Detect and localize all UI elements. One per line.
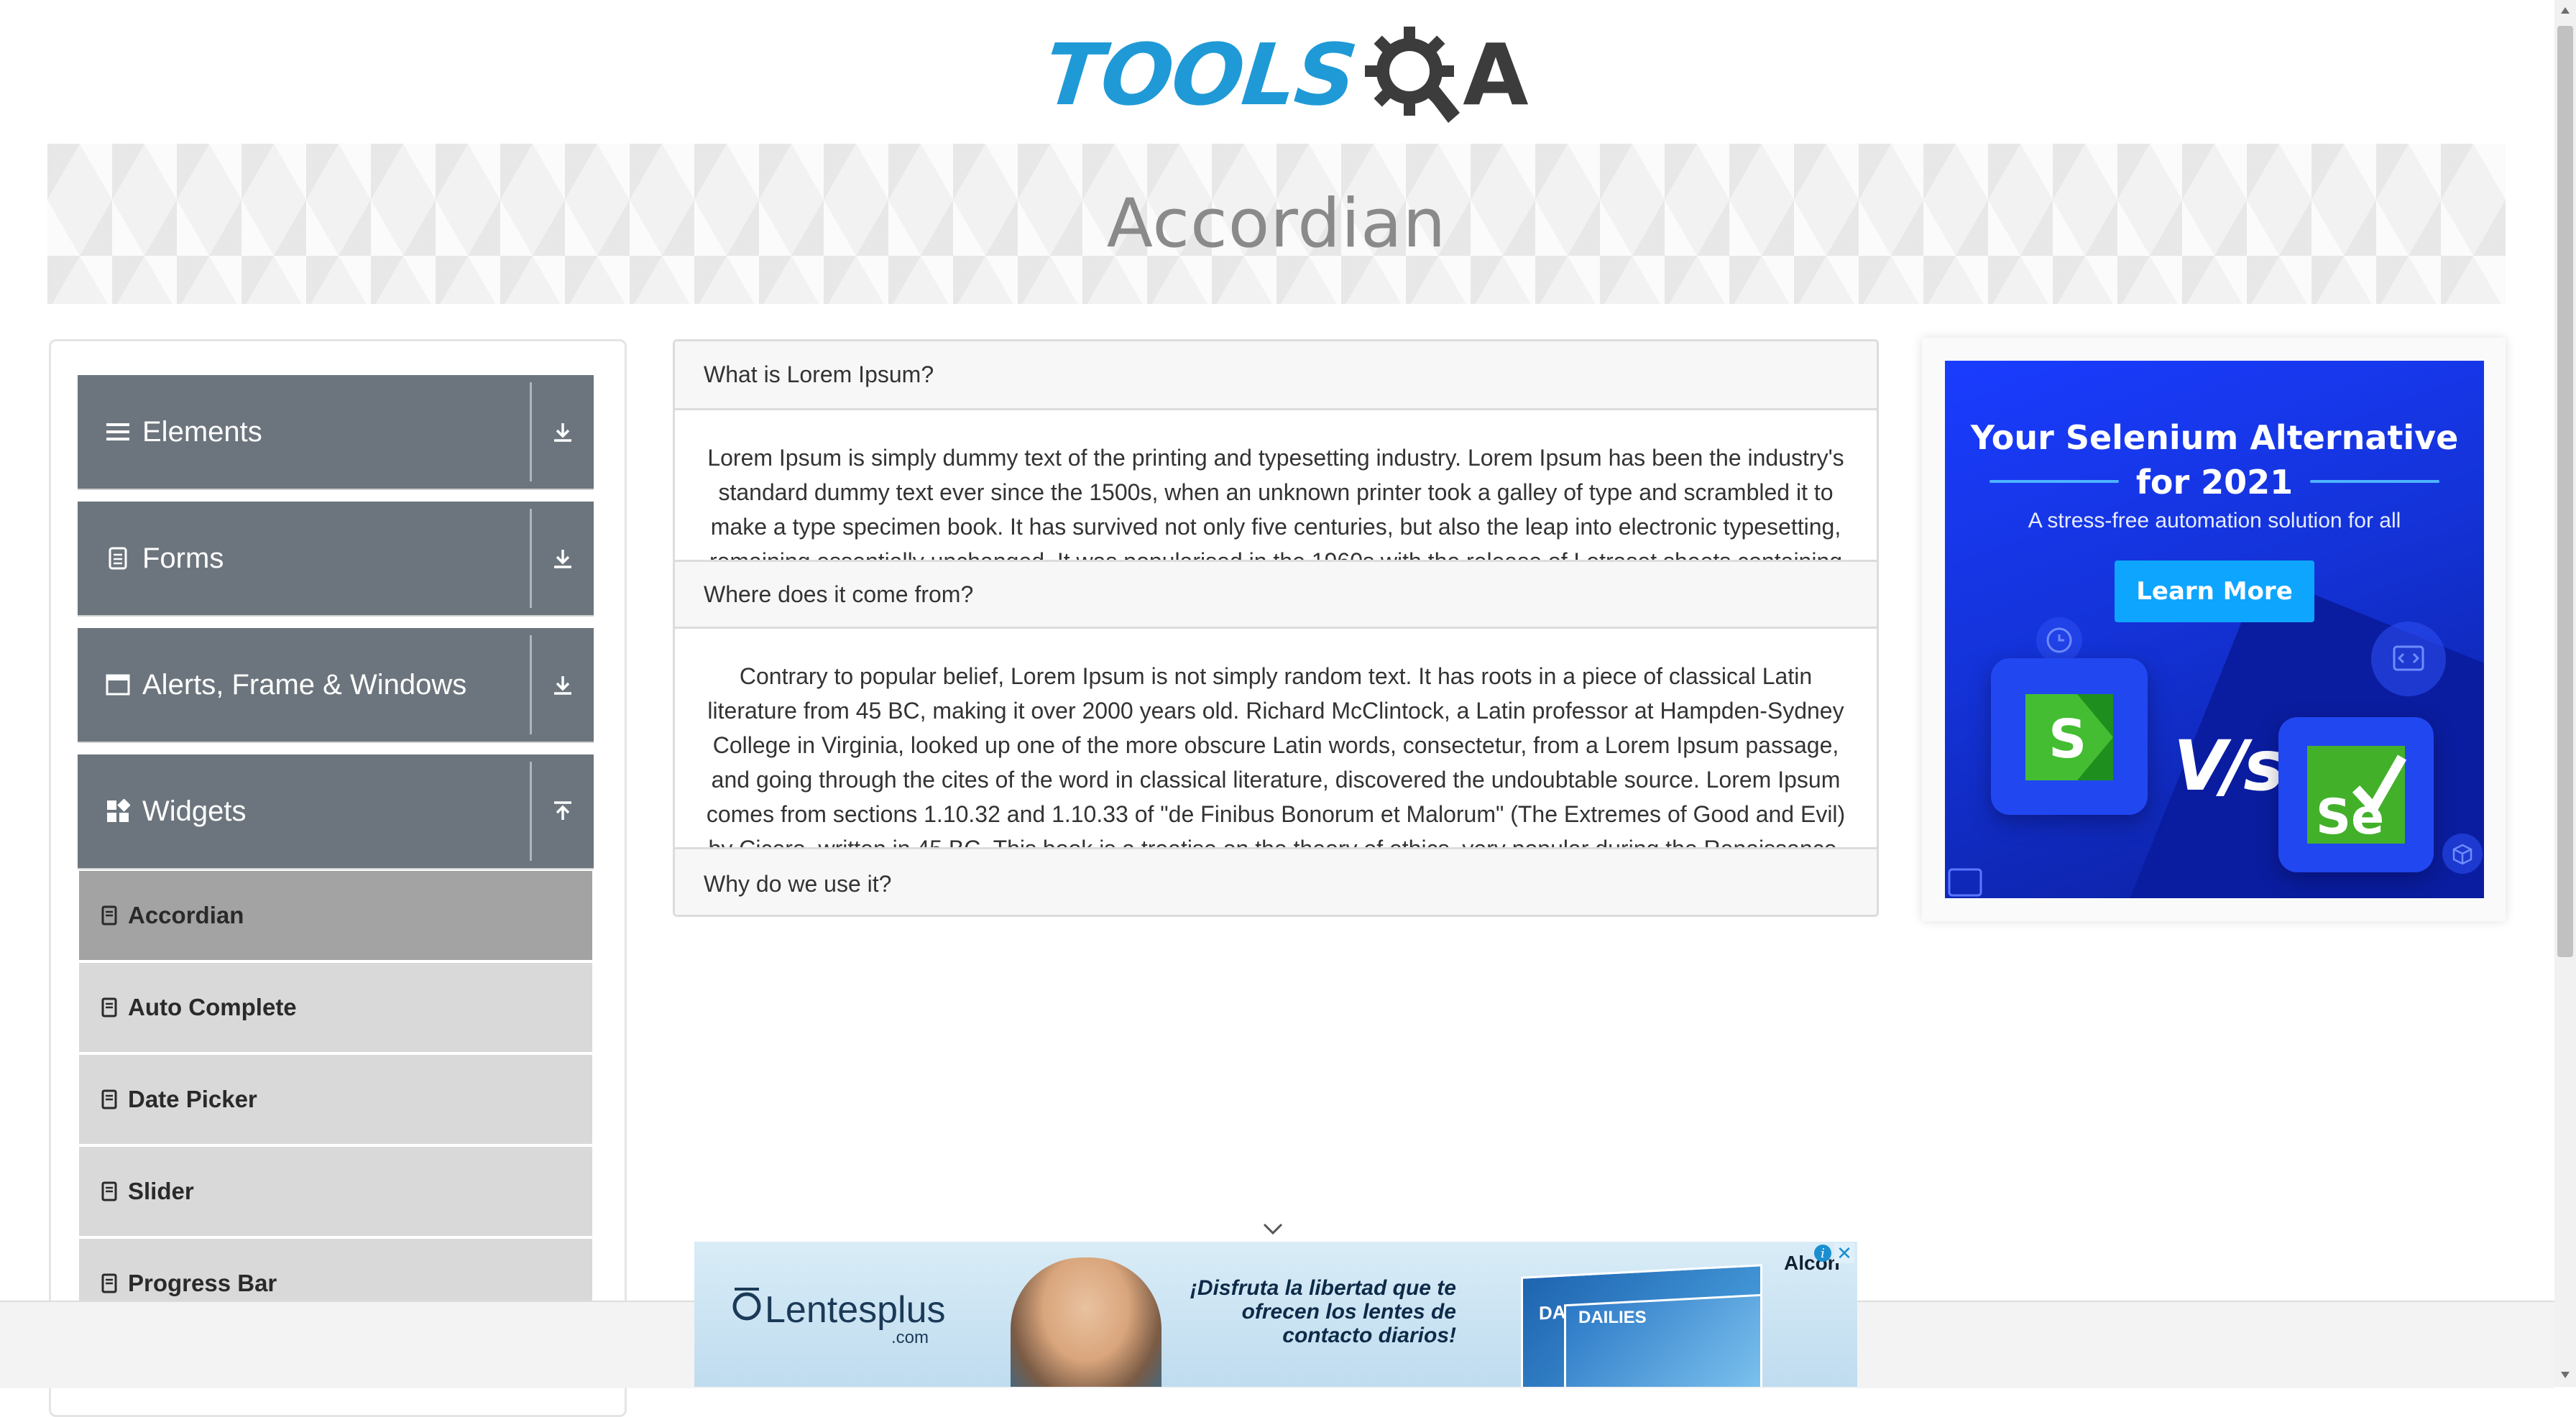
chevron-down-icon[interactable] <box>1262 1222 1284 1236</box>
katalon-logo-box: S <box>1991 658 2148 815</box>
alcon-logo: Alcon <box>1784 1252 1840 1274</box>
hamburger-icon <box>102 416 134 448</box>
selenium-alternative-ad[interactable]: Your Selenium Alternative for 2021 A str… <box>1945 361 2484 898</box>
sidebar-group-elements[interactable]: Elements <box>78 375 594 490</box>
sidebar-item-label: Slider <box>128 1178 194 1204</box>
menu-item-icon <box>101 1273 118 1294</box>
lens-icon <box>732 1288 761 1321</box>
versus-text: V/s <box>2174 726 2284 806</box>
code-icon <box>2371 622 2446 696</box>
lentesplus-domain: .com <box>891 1328 929 1347</box>
sidebar-group-forms[interactable]: Forms <box>78 502 594 617</box>
toolsqa-logo[interactable]: TOOLS A <box>1040 19 1529 130</box>
lentesplus-logo: Lentesplus .com <box>729 1283 946 1347</box>
ad-title: Your Selenium Alternative for 2021 <box>1970 418 2459 502</box>
gear-magnifier-icon <box>1365 26 1460 123</box>
page-title: Accordian <box>1106 185 1447 263</box>
selenium-logo-box: Se <box>2278 717 2434 872</box>
sidebar-item-label: Auto Complete <box>128 994 297 1020</box>
svg-text:S: S <box>2048 708 2087 770</box>
logo-text-tools: TOOLS <box>1039 24 1361 124</box>
browser-icon <box>1948 868 1982 897</box>
menu-item-icon <box>101 1089 118 1110</box>
ad-info-icon[interactable]: i <box>1814 1245 1831 1262</box>
product-name: DAILIES <box>1578 1308 1647 1327</box>
sidebar-group-label: Widgets <box>142 795 247 827</box>
katalon-logo-icon: S <box>2025 694 2113 780</box>
menu-item-icon <box>101 997 118 1018</box>
scrollbar-thumb[interactable] <box>2557 26 2573 957</box>
accordion: What is Lorem Ipsum? Lorem Ipsum is simp… <box>673 339 1879 917</box>
page-banner: Accordian <box>47 144 2506 304</box>
sidebar-item-label: Accordian <box>128 902 244 928</box>
expand-arrow-icon[interactable] <box>532 628 594 742</box>
ad-close-icon[interactable]: ✕ <box>1834 1242 1854 1264</box>
sidebar-group-widgets[interactable]: Widgets <box>78 754 594 869</box>
collapse-arrow-icon[interactable] <box>532 754 594 868</box>
sidebar-item-accordian[interactable]: Accordian <box>79 871 592 960</box>
expand-arrow-icon[interactable] <box>532 375 594 489</box>
learn-more-button[interactable]: Learn More <box>2115 560 2314 622</box>
ad-accent-line <box>1990 480 2119 483</box>
svg-text:Se: Se <box>2316 789 2384 846</box>
sidebar-group-label: Alerts, Frame & Windows <box>142 668 467 701</box>
model-photo <box>1011 1257 1162 1387</box>
sidebar-group-label: Elements <box>142 415 262 448</box>
menu-item-icon <box>101 1181 118 1202</box>
ad-subtitle: A stress-free automation solution for al… <box>2028 509 2401 532</box>
selenium-logo-icon: Se <box>2307 746 2407 846</box>
menu-item-icon <box>101 905 118 926</box>
widgets-icon <box>102 795 134 827</box>
sidebar-item-label: Date Picker <box>128 1086 257 1112</box>
scroll-up-arrow-icon[interactable] <box>2557 3 2573 19</box>
accordion-body-what-is-lorem: Lorem Ipsum is simply dummy text of the … <box>707 445 1844 560</box>
logo-gear-q: A <box>1359 21 1529 129</box>
sidebar-group-alerts-frame-windows[interactable]: Alerts, Frame & Windows <box>78 628 594 743</box>
accordion-header-where-does-it-come-from[interactable]: Where does it come from? <box>675 560 1877 629</box>
sidebar-item-date-picker[interactable]: Date Picker <box>79 1055 592 1144</box>
lentesplus-ad[interactable]: Lentesplus .com ¡Disfruta la libertad qu… <box>694 1242 1857 1387</box>
window-icon <box>102 669 134 701</box>
lentesplus-brand: Lentesplus <box>765 1289 946 1331</box>
sidebar-item-slider[interactable]: Slider <box>79 1147 592 1236</box>
accordion-header-what-is-lorem[interactable]: What is Lorem Ipsum? <box>675 341 1877 410</box>
accordion-body-where-does-it-come-from: Contrary to popular belief, Lorem Ipsum … <box>706 663 1846 847</box>
ad-accent-line <box>2310 480 2439 483</box>
document-icon <box>102 543 134 574</box>
ad-tagline: ¡Disfruta la libertad que te ofrecen los… <box>1190 1276 1456 1347</box>
box-icon <box>2442 834 2483 874</box>
accordion-header-why-do-we-use-it[interactable]: Why do we use it? <box>675 847 1877 915</box>
sidebar-group-label: Forms <box>142 542 224 574</box>
scroll-down-arrow-icon[interactable] <box>2557 1367 2573 1383</box>
logo-text-a: A <box>1463 24 1529 124</box>
expand-arrow-icon[interactable] <box>532 502 594 615</box>
sidebar-item-label: Progress Bar <box>128 1270 277 1296</box>
sidebar-item-auto-complete[interactable]: Auto Complete <box>79 963 592 1052</box>
